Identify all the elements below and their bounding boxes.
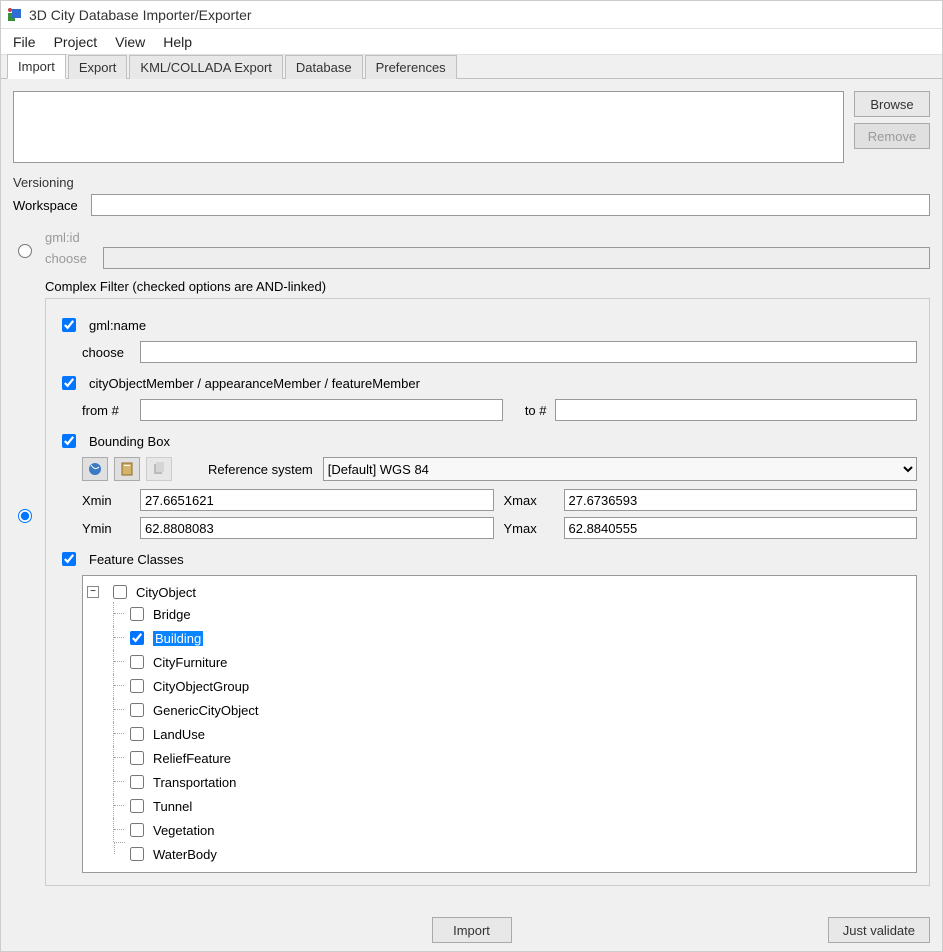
refsys-label: Reference system (208, 462, 313, 477)
ymax-input[interactable] (564, 517, 918, 539)
tree-node-label[interactable]: Tunnel (153, 799, 192, 814)
workspace-input[interactable] (91, 194, 930, 216)
tree-node: Bridge (113, 602, 910, 626)
gmlname-checkbox[interactable] (62, 318, 76, 332)
tree-node-label[interactable]: ReliefFeature (153, 751, 231, 766)
import-button[interactable]: Import (432, 917, 512, 943)
window-title: 3D City Database Importer/Exporter (29, 7, 252, 23)
counter-from-label: from # (82, 403, 132, 418)
tree-node-checkbox[interactable] (130, 751, 144, 765)
tree-node: Building (113, 626, 910, 650)
counter-from-input[interactable] (140, 399, 503, 421)
menu-help[interactable]: Help (155, 29, 200, 54)
counter-to-input[interactable] (555, 399, 918, 421)
feature-tree[interactable]: − CityObject Bridge Building CityFurniture… (82, 575, 917, 873)
workspace-label: Workspace (13, 198, 83, 213)
file-list[interactable] (13, 91, 844, 163)
tree-root-label[interactable]: CityObject (136, 585, 196, 600)
featureclasses-label: Feature Classes (89, 552, 184, 567)
gmlid-label: gml:id (45, 230, 930, 245)
tree-node-checkbox[interactable] (130, 607, 144, 621)
bottombar: Import Just validate (1, 909, 942, 951)
tree-node: ReliefFeature (113, 746, 910, 770)
tree-node-checkbox[interactable] (130, 727, 144, 741)
map-select-icon[interactable] (82, 457, 108, 481)
complex-filter-title: Complex Filter (checked options are AND-… (45, 279, 930, 294)
tree-node-label[interactable]: Transportation (153, 775, 236, 790)
xmax-label: Xmax (504, 493, 554, 508)
complex-filter-radio[interactable] (18, 509, 32, 523)
counter-label: cityObjectMember / appearanceMember / fe… (89, 376, 420, 391)
titlebar: 3D City Database Importer/Exporter (1, 1, 942, 29)
tree-node: Transportation (113, 770, 910, 794)
counter-checkbox[interactable] (62, 376, 76, 390)
bbox-label: Bounding Box (89, 434, 170, 449)
paste-bbox-icon[interactable] (114, 457, 140, 481)
tree-node-label[interactable]: WaterBody (153, 847, 217, 862)
tab-database[interactable]: Database (285, 55, 363, 79)
copy-bbox-icon[interactable] (146, 457, 172, 481)
tree-node: CityObjectGroup (113, 674, 910, 698)
tab-preferences[interactable]: Preferences (365, 55, 457, 79)
xmin-input[interactable] (140, 489, 494, 511)
gmlid-choose-label: choose (45, 251, 95, 266)
tree-node: CityFurniture (113, 650, 910, 674)
validate-button[interactable]: Just validate (828, 917, 930, 943)
tree-node-label[interactable]: Bridge (153, 607, 191, 622)
tree-node: LandUse (113, 722, 910, 746)
tree-node-label[interactable]: LandUse (153, 727, 205, 742)
tree-node-label[interactable]: GenericCityObject (153, 703, 258, 718)
menubar: File Project View Help (1, 29, 942, 55)
ymax-label: Ymax (504, 521, 554, 536)
tree-node: Vegetation (113, 818, 910, 842)
tree-expander-icon[interactable]: − (87, 586, 99, 598)
counter-to-label: to # (511, 403, 547, 418)
tree-node: GenericCityObject (113, 698, 910, 722)
menu-file[interactable]: File (5, 29, 44, 54)
browse-button[interactable]: Browse (854, 91, 930, 117)
tree-root-checkbox[interactable] (113, 585, 127, 599)
tree-node-checkbox[interactable] (130, 847, 144, 861)
tab-export[interactable]: Export (68, 55, 128, 79)
gmlname-choose-label: choose (82, 345, 132, 360)
tree-node: WaterBody (113, 842, 910, 866)
remove-button[interactable]: Remove (854, 123, 930, 149)
simple-filter-radio[interactable] (18, 244, 32, 258)
xmin-label: Xmin (82, 493, 130, 508)
versioning-title: Versioning (13, 175, 930, 190)
gmlname-choose-input[interactable] (140, 341, 917, 363)
tree-node-checkbox[interactable] (130, 799, 144, 813)
xmax-input[interactable] (564, 489, 918, 511)
tree-node-checkbox[interactable] (130, 823, 144, 837)
tree-node-checkbox[interactable] (130, 655, 144, 669)
tree-node-checkbox[interactable] (130, 775, 144, 789)
tree-node-label[interactable]: Building (153, 631, 203, 646)
tree-node-label[interactable]: Vegetation (153, 823, 214, 838)
import-panel: Browse Remove Versioning Workspace gml:i… (1, 79, 942, 909)
gmlname-label: gml:name (89, 318, 146, 333)
tree-node: Tunnel (113, 794, 910, 818)
tab-import[interactable]: Import (7, 54, 66, 79)
bbox-checkbox[interactable] (62, 434, 76, 448)
tree-node-label[interactable]: CityFurniture (153, 655, 227, 670)
tabstrip: Import Export KML/COLLADA Export Databas… (1, 55, 942, 79)
ymin-label: Ymin (82, 521, 130, 536)
tree-node-checkbox[interactable] (130, 703, 144, 717)
featureclasses-checkbox[interactable] (62, 552, 76, 566)
tree-node-checkbox[interactable] (130, 631, 144, 645)
gmlid-choose-input (103, 247, 930, 269)
menu-view[interactable]: View (107, 29, 153, 54)
refsys-select[interactable]: [Default] WGS 84 (323, 457, 917, 481)
tree-node-checkbox[interactable] (130, 679, 144, 693)
tab-kml-collada-export[interactable]: KML/COLLADA Export (129, 55, 283, 79)
ymin-input[interactable] (140, 517, 494, 539)
menu-project[interactable]: Project (46, 29, 106, 54)
app-icon (7, 7, 23, 23)
tree-node-label[interactable]: CityObjectGroup (153, 679, 249, 694)
